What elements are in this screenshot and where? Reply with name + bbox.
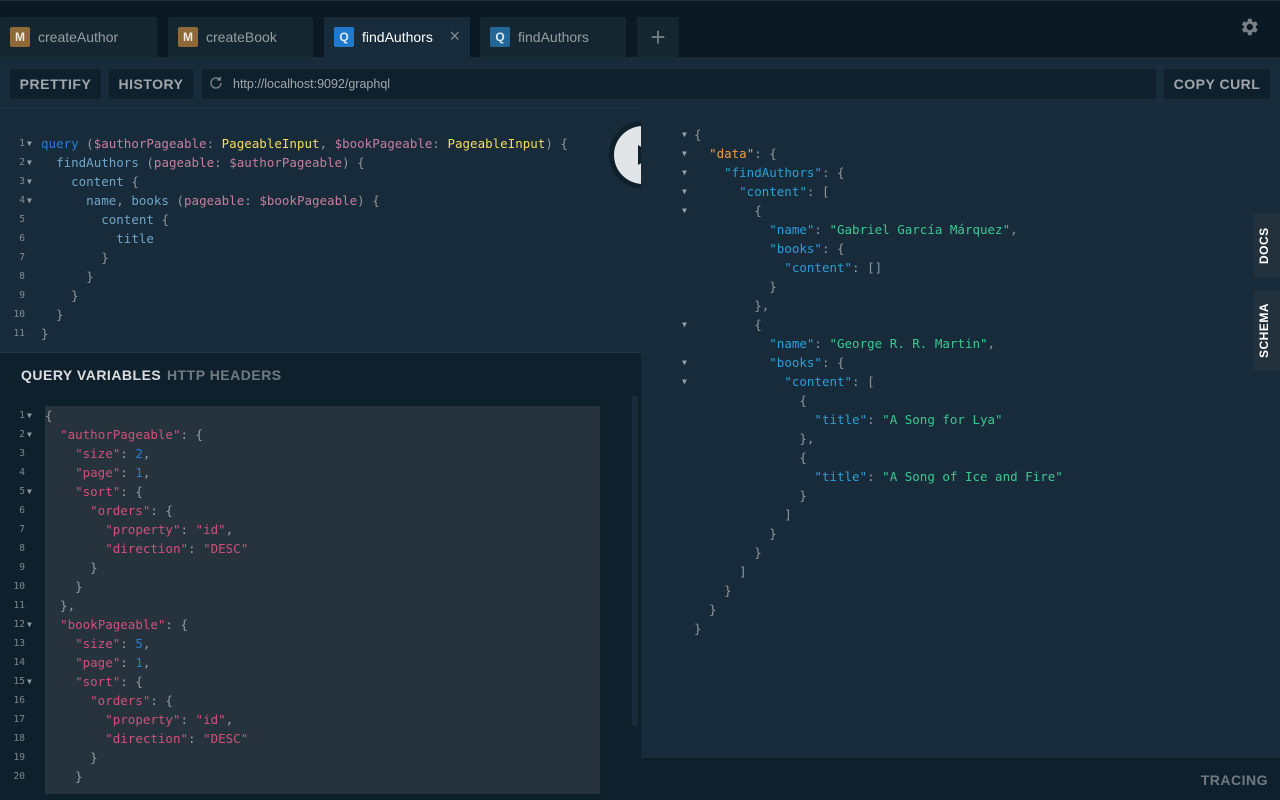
tab-title: findAuthors <box>518 29 589 45</box>
endpoint-url-input[interactable]: http://localhost:9092/graphql <box>202 69 1156 99</box>
fold-arrow-icon[interactable]: ▼ <box>27 672 32 691</box>
schema-label: SCHEMA <box>1257 302 1271 358</box>
history-button[interactable]: HISTORY <box>109 69 193 99</box>
fold-arrow-icon[interactable]: ▼ <box>27 615 32 634</box>
endpoint-url: http://localhost:9092/graphql <box>233 77 391 91</box>
fold-arrow-icon[interactable]: ▼ <box>682 201 687 220</box>
query-badge: Q <box>490 27 510 47</box>
docs-tab[interactable]: DOCS <box>1254 214 1280 278</box>
tab-title: findAuthors <box>362 29 433 45</box>
fold-arrow-icon[interactable]: ▼ <box>27 406 32 425</box>
new-tab-button[interactable]: + <box>637 17 679 58</box>
tab-find-authors-active[interactable]: Q findAuthors × <box>324 17 470 58</box>
docs-label: DOCS <box>1257 227 1271 264</box>
reload-schema-icon[interactable] <box>208 75 226 93</box>
prettify-button[interactable]: PRETTIFY <box>10 69 101 99</box>
mutation-badge: M <box>178 27 198 47</box>
tab-bar: M createAuthor M createBook Q findAuthor… <box>0 0 1280 58</box>
tab-http-headers[interactable]: HTTP HEADERS <box>167 367 282 383</box>
variables-header: QUERY VARIABLES HTTP HEADERS <box>0 352 641 396</box>
tracing-bar: TRACING <box>641 758 1280 800</box>
fold-arrow-icon[interactable]: ▼ <box>682 315 687 334</box>
fold-arrow-icon[interactable]: ▼ <box>27 425 32 444</box>
fold-arrow-icon[interactable]: ▼ <box>682 353 687 372</box>
variables-editor[interactable]: 1 ▼{ 2 ▼ "authorPageable": { 3 "size": 2, … <box>0 396 641 800</box>
fold-arrow-icon[interactable]: ▼ <box>682 125 687 144</box>
tab-create-book[interactable]: M createBook <box>168 17 313 58</box>
mutation-badge: M <box>10 27 30 47</box>
tab-title: createAuthor <box>38 29 119 45</box>
query-badge: Q <box>334 27 354 47</box>
fold-arrow-icon[interactable]: ▼ <box>27 191 32 210</box>
query-editor[interactable]: 1 ▼ query ($authorPageable: PageableInput,… <box>0 108 641 352</box>
tab-title: createBook <box>206 29 277 45</box>
copy-curl-button[interactable]: COPY CURL <box>1164 69 1270 99</box>
tab-find-authors[interactable]: Q findAuthors <box>480 17 626 58</box>
fold-arrow-icon[interactable]: ▼ <box>682 182 687 201</box>
tracing-toggle[interactable]: TRACING <box>1201 772 1268 788</box>
fold-arrow-icon[interactable]: ▼ <box>682 372 687 391</box>
result-viewer: ▼{ ▼ "data": { ▼ "findAuthors": { ▼ "con… <box>641 108 1280 758</box>
schema-tab[interactable]: SCHEMA <box>1254 291 1280 371</box>
fold-arrow-icon[interactable]: ▼ <box>682 144 687 163</box>
tab-query-variables[interactable]: QUERY VARIABLES <box>21 367 161 383</box>
fold-arrow-icon[interactable]: ▼ <box>27 134 32 153</box>
close-tab-icon[interactable]: × <box>449 26 460 47</box>
fold-arrow-icon[interactable]: ▼ <box>682 163 687 182</box>
tab-create-author[interactable]: M createAuthor <box>0 17 157 58</box>
fold-arrow-icon[interactable]: ▼ <box>27 172 32 191</box>
fold-arrow-icon[interactable]: ▼ <box>27 153 32 172</box>
toolbar: PRETTIFY HISTORY http://localhost:9092/g… <box>0 57 1280 108</box>
settings-gear-icon[interactable] <box>1238 16 1260 38</box>
fold-arrow-icon[interactable]: ▼ <box>27 482 32 501</box>
scrollbar[interactable] <box>632 396 638 726</box>
